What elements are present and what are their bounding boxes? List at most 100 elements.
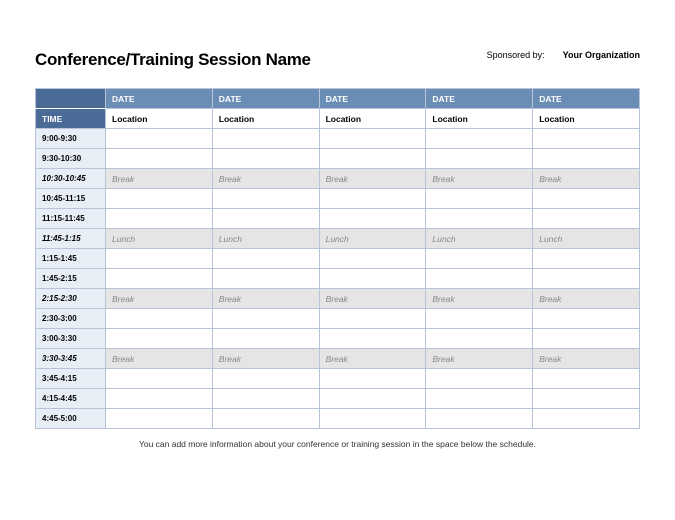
break-cell: Break bbox=[426, 169, 533, 189]
table-row: 3:30-3:45BreakBreakBreakBreakBreak bbox=[36, 349, 640, 369]
session-cell bbox=[426, 189, 533, 209]
session-cell bbox=[319, 369, 426, 389]
date-header: DATE bbox=[319, 89, 426, 109]
session-cell bbox=[106, 149, 213, 169]
session-cell bbox=[533, 209, 640, 229]
break-cell: Break bbox=[212, 349, 319, 369]
footer-note: You can add more information about your … bbox=[35, 439, 640, 449]
session-cell bbox=[319, 129, 426, 149]
location-cell: Location bbox=[426, 109, 533, 129]
sponsor-label: Sponsored by: bbox=[487, 50, 545, 60]
page-title: Conference/Training Session Name bbox=[35, 50, 311, 70]
location-cell: Location bbox=[533, 109, 640, 129]
session-cell bbox=[106, 329, 213, 349]
time-cell: 3:45-4:15 bbox=[36, 369, 106, 389]
time-cell: 9:30-10:30 bbox=[36, 149, 106, 169]
session-cell bbox=[212, 129, 319, 149]
date-header: DATE bbox=[533, 89, 640, 109]
session-cell bbox=[106, 129, 213, 149]
session-cell bbox=[319, 149, 426, 169]
session-cell bbox=[533, 329, 640, 349]
table-row: 3:00-3:30 bbox=[36, 329, 640, 349]
table-row: 11:15-11:45 bbox=[36, 209, 640, 229]
table-row: 4:15-4:45 bbox=[36, 389, 640, 409]
header: Conference/Training Session Name Sponsor… bbox=[35, 50, 640, 70]
session-cell bbox=[533, 189, 640, 209]
table-row: 2:15-2:30BreakBreakBreakBreakBreak bbox=[36, 289, 640, 309]
table-row: 4:45-5:00 bbox=[36, 409, 640, 429]
table-row: 1:15-1:45 bbox=[36, 249, 640, 269]
table-row: 10:45-11:15 bbox=[36, 189, 640, 209]
session-cell bbox=[426, 209, 533, 229]
session-cell bbox=[319, 209, 426, 229]
session-cell bbox=[106, 189, 213, 209]
table-row: 3:45-4:15 bbox=[36, 369, 640, 389]
time-cell: 11:45-1:15 bbox=[36, 229, 106, 249]
table-row: 11:45-1:15LunchLunchLunchLunchLunch bbox=[36, 229, 640, 249]
table-row: 1:45-2:15 bbox=[36, 269, 640, 289]
location-cell: Location bbox=[106, 109, 213, 129]
session-cell bbox=[106, 409, 213, 429]
session-cell bbox=[533, 269, 640, 289]
time-cell: 2:30-3:00 bbox=[36, 309, 106, 329]
break-cell: Lunch bbox=[106, 229, 213, 249]
time-cell: 11:15-11:45 bbox=[36, 209, 106, 229]
time-cell: 10:45-11:15 bbox=[36, 189, 106, 209]
session-cell bbox=[319, 389, 426, 409]
table-row: 2:30-3:00 bbox=[36, 309, 640, 329]
break-cell: Break bbox=[319, 349, 426, 369]
session-cell bbox=[319, 189, 426, 209]
corner-cell bbox=[36, 89, 106, 109]
session-cell bbox=[212, 409, 319, 429]
break-cell: Break bbox=[533, 169, 640, 189]
break-cell: Break bbox=[426, 289, 533, 309]
date-header: DATE bbox=[212, 89, 319, 109]
session-cell bbox=[533, 249, 640, 269]
sponsor-org: Your Organization bbox=[563, 50, 640, 60]
date-header-row: DATE DATE DATE DATE DATE bbox=[36, 89, 640, 109]
break-cell: Lunch bbox=[426, 229, 533, 249]
session-cell bbox=[533, 309, 640, 329]
table-row: 10:30-10:45BreakBreakBreakBreakBreak bbox=[36, 169, 640, 189]
time-cell: 4:45-5:00 bbox=[36, 409, 106, 429]
date-header: DATE bbox=[106, 89, 213, 109]
location-row: TIME Location Location Location Location… bbox=[36, 109, 640, 129]
time-cell: 9:00-9:30 bbox=[36, 129, 106, 149]
table-row: 9:30-10:30 bbox=[36, 149, 640, 169]
session-cell bbox=[533, 389, 640, 409]
location-cell: Location bbox=[319, 109, 426, 129]
date-header: DATE bbox=[426, 89, 533, 109]
session-cell bbox=[212, 189, 319, 209]
session-cell bbox=[212, 149, 319, 169]
table-row: 9:00-9:30 bbox=[36, 129, 640, 149]
break-cell: Break bbox=[212, 289, 319, 309]
time-header: TIME bbox=[36, 109, 106, 129]
break-cell: Break bbox=[212, 169, 319, 189]
break-cell: Lunch bbox=[212, 229, 319, 249]
sponsor-block: Sponsored by: Your Organization bbox=[487, 50, 640, 60]
time-cell: 1:45-2:15 bbox=[36, 269, 106, 289]
break-cell: Break bbox=[319, 289, 426, 309]
break-cell: Break bbox=[533, 349, 640, 369]
session-cell bbox=[319, 309, 426, 329]
session-cell bbox=[426, 249, 533, 269]
time-cell: 3:30-3:45 bbox=[36, 349, 106, 369]
session-cell bbox=[212, 389, 319, 409]
time-cell: 3:00-3:30 bbox=[36, 329, 106, 349]
session-cell bbox=[533, 149, 640, 169]
session-cell bbox=[426, 329, 533, 349]
time-cell: 10:30-10:45 bbox=[36, 169, 106, 189]
session-cell bbox=[106, 369, 213, 389]
session-cell bbox=[426, 149, 533, 169]
session-cell bbox=[533, 129, 640, 149]
session-cell bbox=[212, 369, 319, 389]
session-cell bbox=[426, 409, 533, 429]
break-cell: Break bbox=[106, 349, 213, 369]
session-cell bbox=[426, 389, 533, 409]
session-cell bbox=[106, 249, 213, 269]
break-cell: Break bbox=[319, 169, 426, 189]
break-cell: Break bbox=[106, 169, 213, 189]
time-cell: 4:15-4:45 bbox=[36, 389, 106, 409]
break-cell: Break bbox=[106, 289, 213, 309]
session-cell bbox=[212, 209, 319, 229]
